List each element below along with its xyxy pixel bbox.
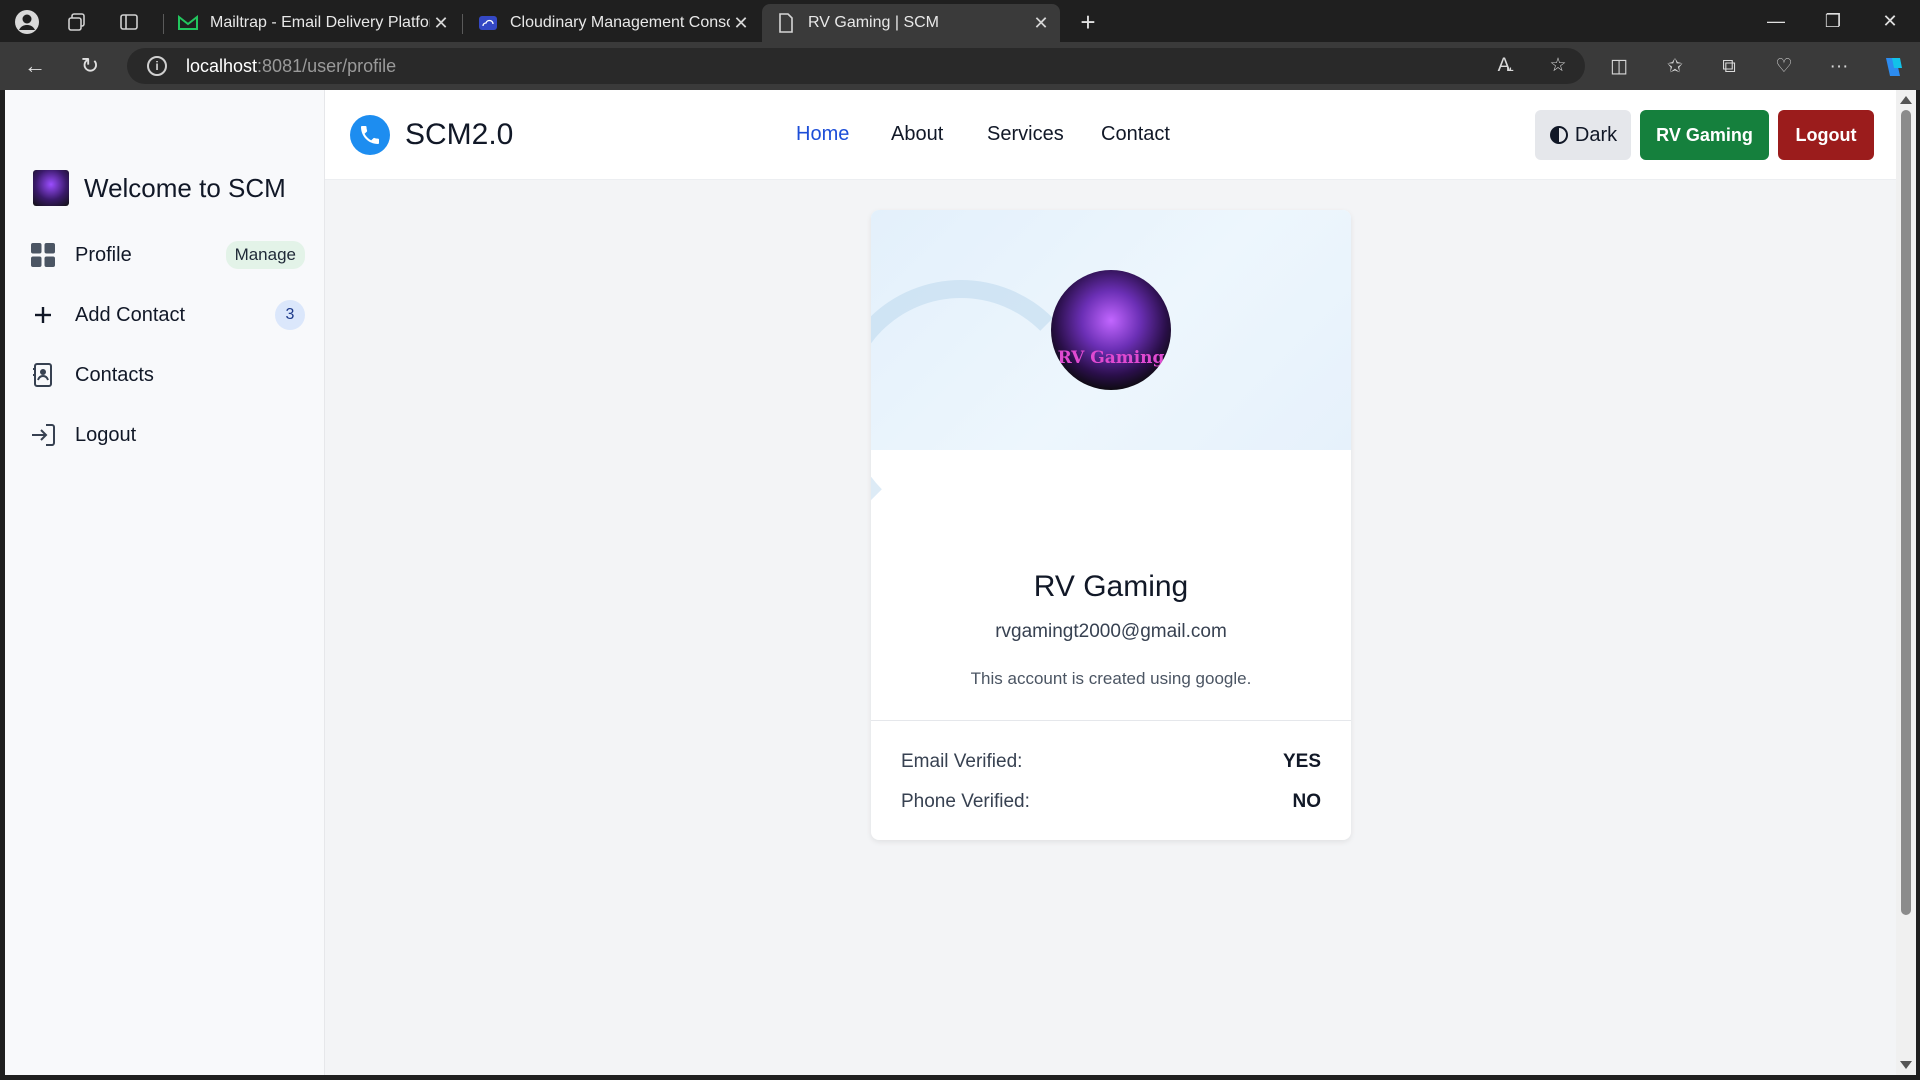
- logout-arrow-icon: [29, 421, 57, 449]
- theme-toggle-label: Dark: [1574, 123, 1618, 146]
- site-info-icon[interactable]: i: [147, 56, 167, 76]
- tab-label: RV Gaming | SCM: [808, 14, 940, 31]
- close-tab-icon[interactable]: ✕: [730, 13, 752, 34]
- read-aloud-icon[interactable]: A꜡: [1491, 53, 1517, 79]
- phone-verified-value: NO: [1292, 791, 1322, 812]
- new-tab-icon[interactable]: +: [1075, 7, 1101, 37]
- browser-essentials-icon[interactable]: ♡: [1771, 54, 1797, 80]
- url-path: :8081/user/profile: [257, 56, 397, 76]
- manage-badge: Manage: [225, 241, 305, 269]
- copilot-icon[interactable]: [1880, 54, 1906, 80]
- reload-icon[interactable]: ↻: [76, 52, 104, 80]
- profile-email: rvgamingt2000@gmail.com: [995, 621, 1227, 642]
- nav-link-services[interactable]: Services: [987, 123, 1064, 146]
- sidebar-item-label: Add Contact: [75, 303, 186, 326]
- brand-name[interactable]: SCM2.0: [405, 118, 513, 152]
- url-host: localhost: [186, 56, 258, 76]
- scroll-down-arrow-icon[interactable]: [1900, 1061, 1912, 1069]
- profile-name: RV Gaming: [1033, 570, 1189, 603]
- url-bar[interactable]: i localhost:8081/user/profile A꜡ ☆: [127, 48, 1585, 84]
- favorites-icon[interactable]: ✩: [1662, 54, 1688, 80]
- sidebar: Welcome to SCM Profile Manage Add Contac…: [5, 90, 325, 1075]
- profile-avatar-icon[interactable]: [14, 9, 40, 35]
- sidebar-item-add-contact[interactable]: Add Contact 3: [29, 297, 305, 333]
- sidebar-item-logout[interactable]: Logout: [29, 417, 305, 453]
- tab-label: Cloudinary Management Console: [510, 14, 730, 31]
- sidebar-title: Welcome to SCM: [84, 172, 286, 203]
- user-button[interactable]: RV Gaming: [1640, 110, 1769, 160]
- logout-button[interactable]: Logout: [1778, 110, 1874, 160]
- half-circle-icon: [1549, 126, 1568, 144]
- nav-link-contact[interactable]: Contact: [1101, 123, 1170, 146]
- page-viewport: Welcome to SCM Profile Manage Add Contac…: [5, 90, 1896, 1075]
- minimize-icon[interactable]: —: [1756, 8, 1796, 34]
- close-window-icon[interactable]: ✕: [1870, 8, 1910, 34]
- theme-toggle-button[interactable]: Dark: [1535, 110, 1631, 160]
- phone-verified-row: Phone Verified: NO: [901, 791, 1321, 817]
- close-tab-icon[interactable]: ✕: [430, 13, 452, 34]
- brand-logo-image: [33, 170, 69, 206]
- sidebar-item-label: Logout: [75, 423, 137, 446]
- page-icon: [776, 13, 796, 33]
- account-source-note: This account is created using google.: [970, 669, 1252, 688]
- divider: [871, 720, 1351, 721]
- tab-separator: [462, 14, 463, 34]
- url-text[interactable]: localhost:8081/user/profile: [186, 56, 396, 77]
- nav-link-home[interactable]: Home: [796, 123, 849, 146]
- profile-banner: RV Gaming: [871, 210, 1351, 450]
- page-scrollbar[interactable]: [1896, 90, 1916, 1075]
- plus-icon: [29, 301, 57, 329]
- back-icon[interactable]: ←: [21, 52, 49, 80]
- sidebar-item-profile[interactable]: Profile Manage: [29, 237, 305, 273]
- phone-verified-label: Phone Verified:: [901, 791, 1030, 812]
- mailtrap-icon: [178, 13, 198, 33]
- email-verified-label: Email Verified:: [901, 751, 1023, 772]
- sidebar-item-label: Profile: [75, 243, 132, 266]
- avatar-logo-text: RV Gaming: [1057, 348, 1165, 368]
- grid-icon: [29, 241, 57, 269]
- phone-logo-icon[interactable]: [350, 115, 390, 155]
- sidebar-item-contacts[interactable]: Contacts: [29, 357, 305, 393]
- profile-card: RV Gaming RV Gaming rvgamingt2000@gmail.…: [871, 210, 1351, 840]
- tab-cloudinary[interactable]: Cloudinary Management Console ✕: [464, 4, 760, 42]
- restore-icon[interactable]: ❐: [1813, 8, 1853, 34]
- profile-avatar: RV Gaming: [1051, 270, 1171, 390]
- favorite-star-icon[interactable]: ☆: [1545, 53, 1571, 79]
- top-navbar: SCM2.0 Home About Services Contact Dark …: [325, 90, 1896, 180]
- nav-link-about[interactable]: About: [891, 123, 943, 146]
- vertical-tabs-icon[interactable]: [116, 9, 142, 35]
- tab-label: Mailtrap - Email Delivery Platform: [210, 14, 430, 31]
- sidebar-item-label: Contacts: [75, 363, 154, 386]
- split-screen-icon[interactable]: ◫: [1606, 54, 1632, 80]
- workspaces-icon[interactable]: [64, 9, 90, 35]
- address-toolbar: ← ↻ i localhost:8081/user/profile A꜡ ☆ ◫…: [0, 42, 1920, 90]
- browser-tab-bar: Mailtrap - Email Delivery Platform ✕ Clo…: [0, 0, 1920, 42]
- contacts-book-icon: [29, 361, 57, 389]
- contact-count-badge: 3: [275, 300, 305, 330]
- close-tab-icon[interactable]: ✕: [1030, 13, 1052, 34]
- email-verified-row: Email Verified: YES: [901, 751, 1321, 777]
- collections-icon[interactable]: ⧉: [1716, 54, 1742, 80]
- scroll-up-arrow-icon[interactable]: [1900, 96, 1912, 104]
- email-verified-value: YES: [1282, 751, 1321, 772]
- tab-mailtrap[interactable]: Mailtrap - Email Delivery Platform ✕: [164, 4, 460, 42]
- scrollbar-thumb[interactable]: [1901, 110, 1911, 915]
- sidebar-brand: Welcome to SCM: [33, 170, 286, 206]
- more-menu-icon[interactable]: ···: [1826, 54, 1852, 80]
- tab-scm-active[interactable]: RV Gaming | SCM ✕: [762, 4, 1060, 42]
- cloudinary-icon: [478, 13, 498, 33]
